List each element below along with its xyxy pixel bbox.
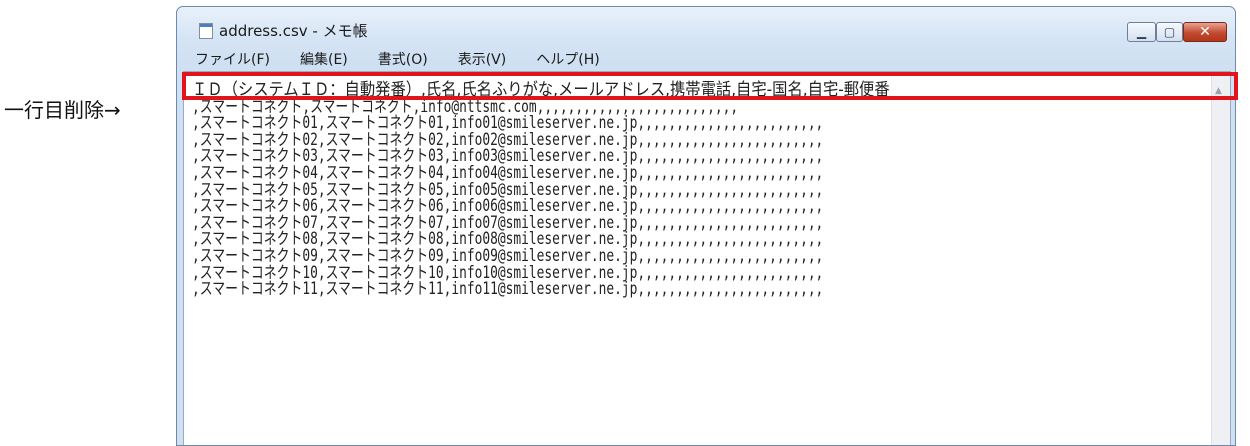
close-button[interactable]: ✕ <box>1183 22 1227 42</box>
text-editor[interactable]: ＩＤ（システムＩＤ：自動発番）,氏名,氏名ふりがな,メールアドレス,携帯電話,自… <box>183 71 1231 445</box>
menu-view[interactable]: 表示(V) <box>446 51 507 71</box>
text-line: ,スマートコネクト11,スマートコネクト11,info11@smileserve… <box>192 279 824 299</box>
title-bar[interactable]: address.csv - メモ帳 ▁ ▢ ✕ <box>177 7 1235 47</box>
minimize-button[interactable]: ▁ <box>1127 22 1156 42</box>
notepad-icon <box>199 23 213 39</box>
scroll-up-arrow-icon[interactable]: ▲ <box>1215 86 1222 96</box>
menu-help[interactable]: ヘルプ(H) <box>524 51 599 71</box>
menu-edit[interactable]: 編集(E) <box>288 51 348 71</box>
menu-file[interactable]: ファイル(F) <box>183 51 270 71</box>
maximize-button[interactable]: ▢ <box>1156 22 1183 42</box>
annotation-delete-first-line: 一行目削除→ <box>4 98 121 122</box>
menu-format[interactable]: 書式(O) <box>366 51 428 71</box>
notepad-window: address.csv - メモ帳 ▁ ▢ ✕ ファイル(F) 編集(E) 書式… <box>176 6 1236 446</box>
text-content[interactable]: ＩＤ（システムＩＤ：自動発番）,氏名,氏名ふりがな,メールアドレス,携帯電話,自… <box>184 72 1212 445</box>
vertical-scrollbar[interactable]: ▲ <box>1211 72 1230 445</box>
window-title: address.csv - メモ帳 <box>219 22 368 40</box>
menu-bar: ファイル(F) 編集(E) 書式(O) 表示(V) ヘルプ(H) <box>183 51 1229 71</box>
